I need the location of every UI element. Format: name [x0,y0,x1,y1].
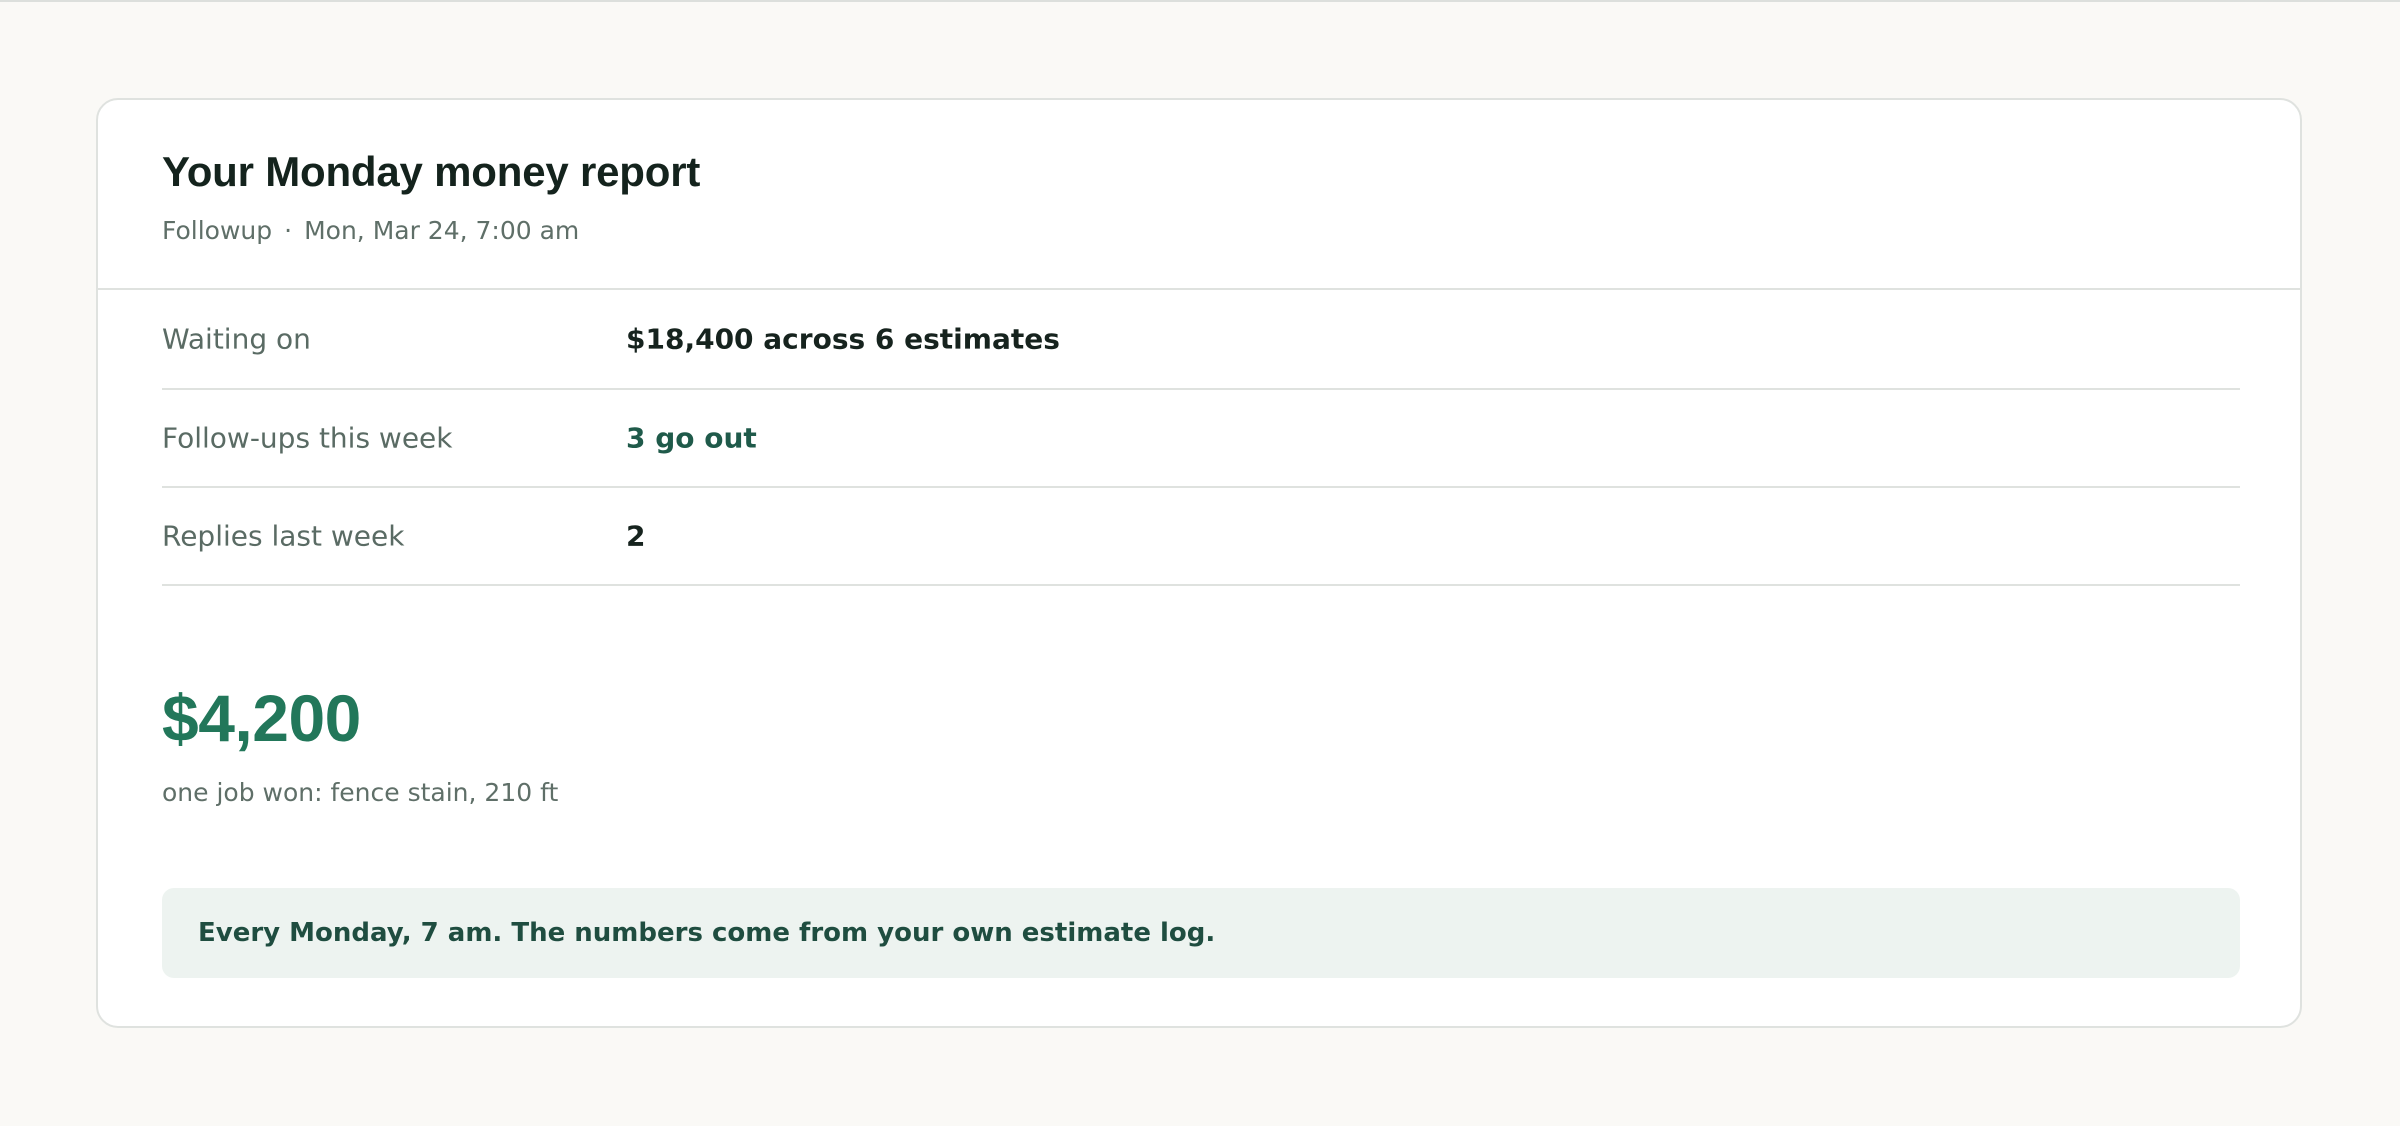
report-header: Your Monday money report Followup · Mon, M… [98,100,2300,290]
stat-label: Waiting on [162,322,311,356]
report-card: Your Monday money report Followup · Mon, M… [96,98,2302,1028]
schedule-note-text: Every Monday, 7 am. The numbers come fro… [198,918,1216,948]
won-caption: one job won: fence stain, 210 ft [162,778,559,807]
stat-row-replies: Replies last week 2 [162,488,2240,586]
stat-row-follow-ups: Follow-ups this week 3 go out [162,390,2240,488]
won-amount: $4,200 [162,681,361,755]
stat-value: 3 go out [626,421,757,455]
schedule-note: Every Monday, 7 am. The numbers come fro… [162,888,2240,978]
stat-value: $18,400 across 6 estimates [626,322,1060,356]
meta-separator: · [284,216,293,245]
stats-list: Waiting on $18,400 across 6 estimates Fo… [162,290,2240,586]
report-meta: Followup · Mon, Mar 24, 7:00 am [162,216,579,245]
won-amount-block: $4,200 one job won: fence stain, 210 ft [162,680,558,807]
top-divider [0,0,2400,2]
report-date: Mon, Mar 24, 7:00 am [304,216,580,245]
stat-row-waiting-on: Waiting on $18,400 across 6 estimates [162,290,2240,390]
report-title: Your Monday money report [162,148,701,195]
stat-label: Follow-ups this week [162,421,453,455]
stat-value: 2 [626,519,646,553]
sender-name: Followup [162,216,273,245]
stat-label: Replies last week [162,519,405,553]
